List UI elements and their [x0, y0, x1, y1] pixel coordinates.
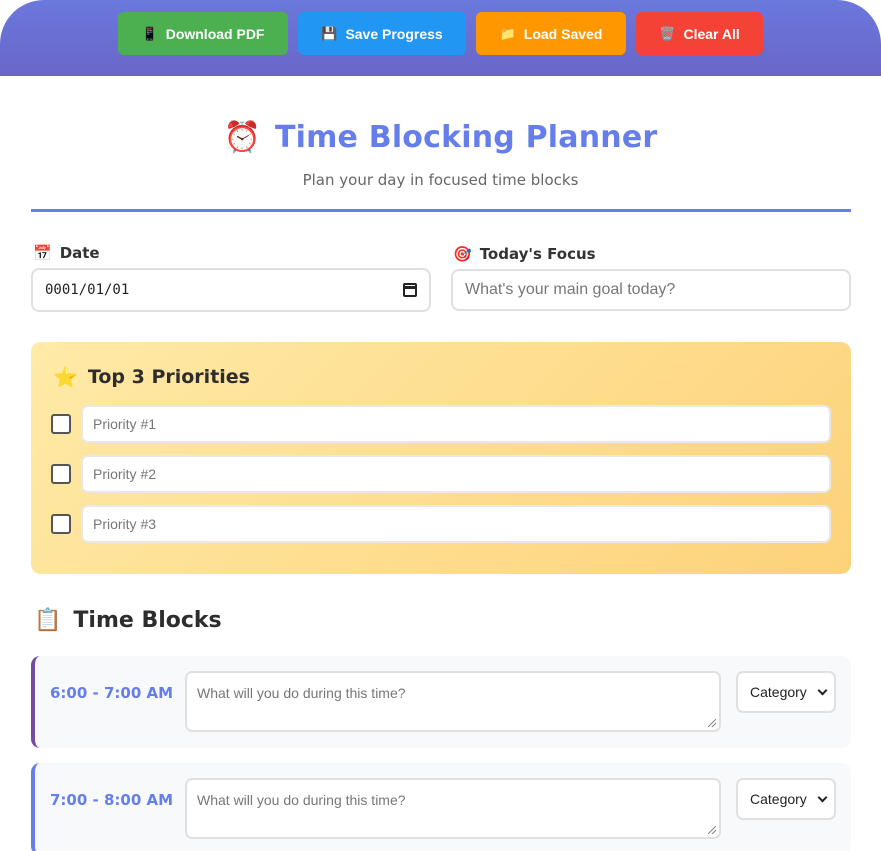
time-block-range: 7:00 - 8:00 AM: [50, 791, 174, 809]
planner-card: ⏰ Time Blocking Planner Plan your day in…: [0, 76, 881, 851]
chevron-down-icon: [817, 685, 828, 695]
time-blocks-title: 📋 Time Blocks: [34, 608, 222, 633]
time-block-range: 6:00 - 7:00 AM: [50, 684, 174, 702]
toolbar: 📱 Download PDF 💾 Save Progress 📁 Load Sa…: [0, 12, 881, 55]
focus-label-text: Today's Focus: [479, 245, 596, 263]
calendar-picker-icon[interactable]: [403, 283, 417, 297]
priority-placeholder: Priority #1: [93, 416, 157, 432]
focus-input[interactable]: What's your main goal today?: [451, 269, 851, 311]
time-block-placeholder: What will you do during this time?: [197, 792, 406, 808]
priority-checkbox[interactable]: [51, 514, 71, 534]
priority-placeholder: Priority #2: [93, 466, 157, 482]
priority-row: Priority #3: [51, 505, 831, 543]
time-block: 7:00 - 8:00 AM What will you do during t…: [31, 763, 851, 851]
date-input[interactable]: 0001/01/01: [31, 268, 431, 312]
priorities-title: ⭐ Top 3 Priorities: [53, 366, 250, 388]
priority-checkbox[interactable]: [51, 414, 71, 434]
calendar-icon: 📅: [33, 243, 52, 262]
time-blocks-title-text: Time Blocks: [73, 608, 222, 633]
load-saved-button[interactable]: 📁 Load Saved: [476, 12, 626, 55]
target-icon: 🎯: [453, 244, 472, 263]
focus-label: 🎯 Today's Focus: [453, 245, 596, 263]
priority-checkbox[interactable]: [51, 464, 71, 484]
save-progress-button[interactable]: 💾 Save Progress: [298, 12, 466, 55]
trash-icon: 🗑️: [659, 26, 676, 41]
priority-placeholder: Priority #3: [93, 516, 157, 532]
time-block-placeholder: What will you do during this time?: [197, 685, 406, 701]
time-block: 6:00 - 7:00 AM What will you do during t…: [31, 656, 851, 748]
download-pdf-label: Download PDF: [165, 25, 265, 42]
page-title: Time Blocking Planner: [274, 120, 658, 155]
category-select[interactable]: Category: [736, 778, 836, 820]
clear-all-label: Clear All: [683, 25, 740, 42]
page-title-row: ⏰ Time Blocking Planner: [0, 120, 881, 155]
clear-all-button[interactable]: 🗑️ Clear All: [636, 12, 763, 55]
load-saved-label: Load Saved: [523, 25, 603, 42]
date-label: 📅 Date: [33, 244, 100, 262]
resize-grip-icon[interactable]: [708, 719, 716, 727]
top-header-bar: 📱 Download PDF 💾 Save Progress 📁 Load Sa…: [0, 0, 881, 76]
chevron-down-icon: [817, 792, 828, 802]
date-value: 0001/01/01: [45, 282, 130, 298]
alarm-clock-icon: ⏰: [223, 119, 261, 155]
priority-row: Priority #2: [51, 455, 831, 493]
floppy-disk-icon: 💾: [321, 26, 338, 41]
category-select-value: Category: [750, 684, 807, 700]
download-pdf-button[interactable]: 📱 Download PDF: [118, 12, 288, 55]
priority-row: Priority #1: [51, 405, 831, 443]
date-label-text: Date: [59, 244, 100, 262]
focus-placeholder: What's your main goal today?: [465, 281, 676, 298]
category-select-value: Category: [750, 791, 807, 807]
priorities-title-text: Top 3 Priorities: [87, 366, 250, 388]
priority-input[interactable]: Priority #2: [81, 455, 831, 493]
priority-input[interactable]: Priority #3: [81, 505, 831, 543]
header-divider: [31, 209, 851, 212]
time-block-textarea[interactable]: What will you do during this time?: [185, 778, 721, 839]
save-progress-label: Save Progress: [345, 25, 443, 42]
star-icon: ⭐: [53, 365, 78, 389]
priorities-section: ⭐ Top 3 Priorities Priority #1 Priority …: [31, 342, 851, 574]
time-block-textarea[interactable]: What will you do during this time?: [185, 671, 721, 732]
clipboard-icon: 📋: [34, 607, 62, 633]
phone-icon: 📱: [141, 26, 158, 41]
resize-grip-icon[interactable]: [708, 826, 716, 834]
priority-input[interactable]: Priority #1: [81, 405, 831, 443]
category-select[interactable]: Category: [736, 671, 836, 713]
page-subtitle: Plan your day in focused time blocks: [302, 171, 579, 189]
folder-icon: 📁: [499, 26, 516, 41]
